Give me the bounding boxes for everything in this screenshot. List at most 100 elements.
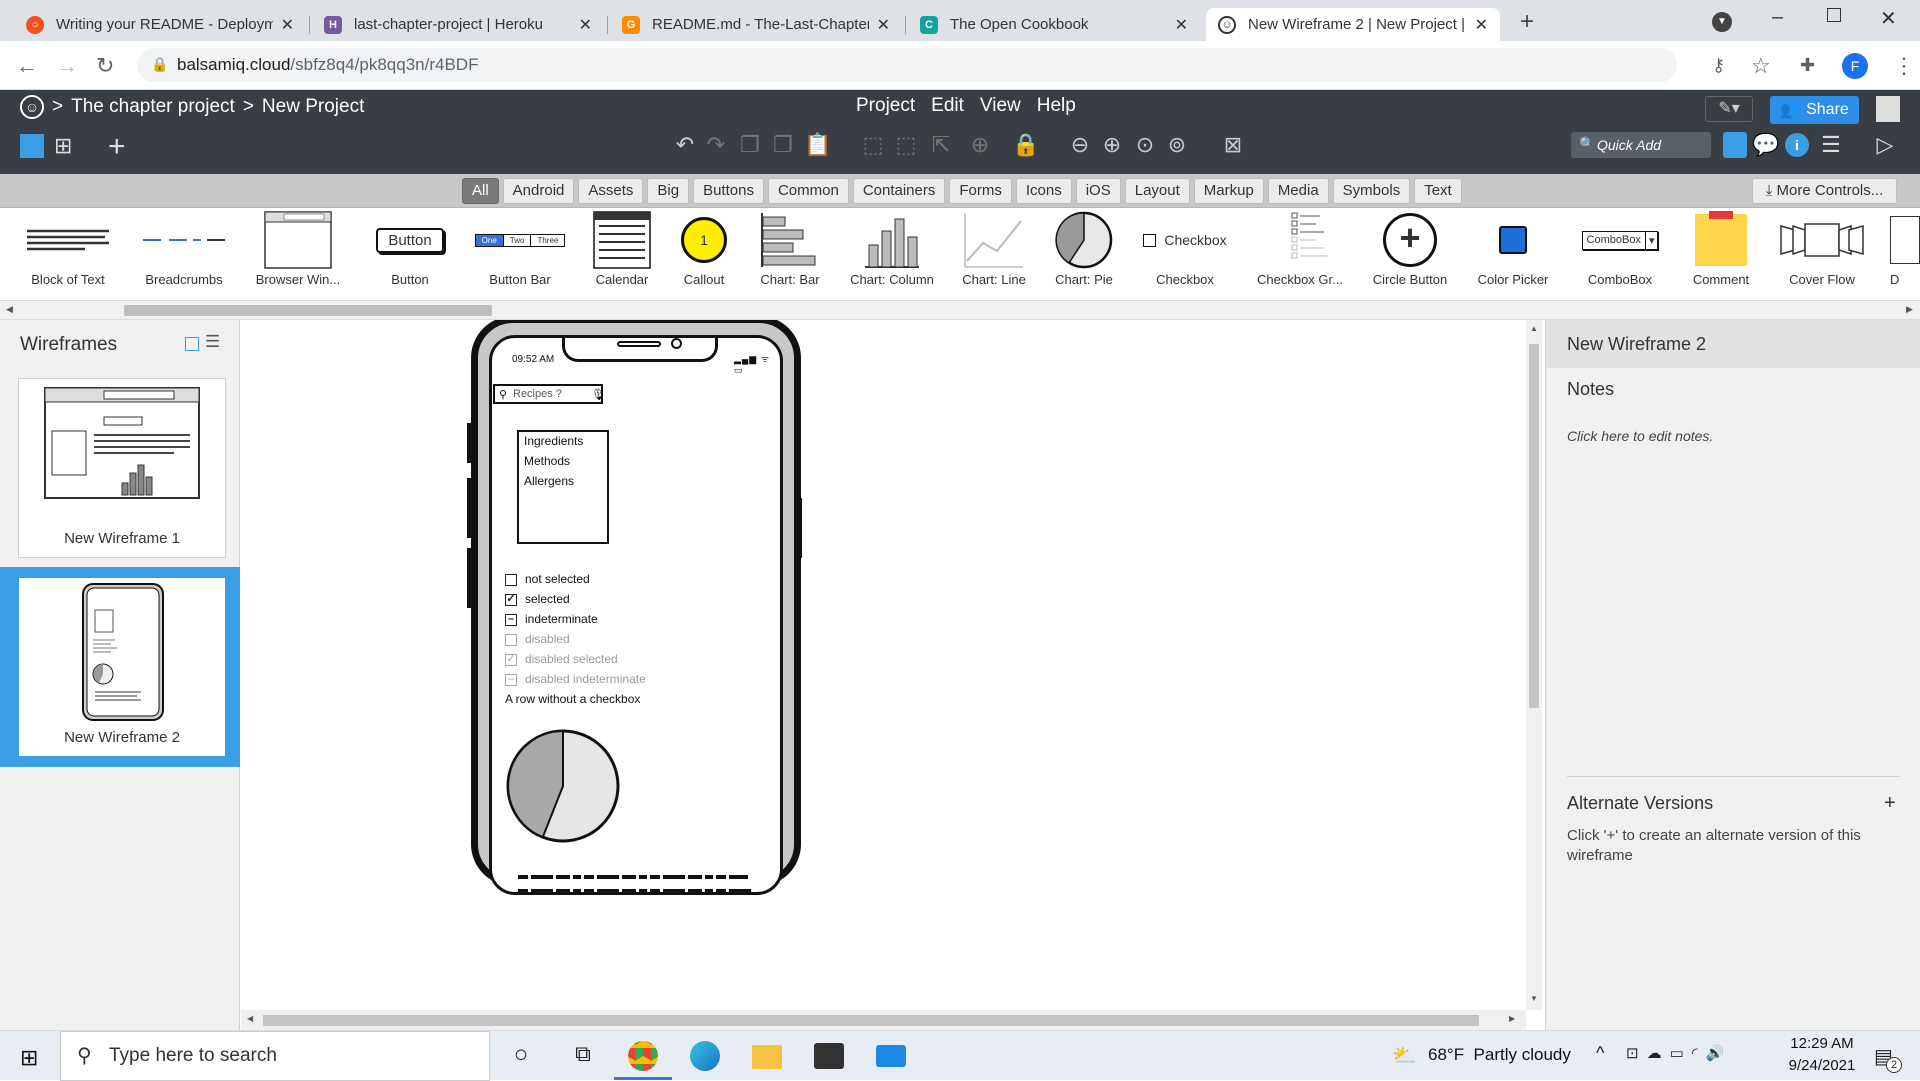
align-icon[interactable]: ⊕ xyxy=(967,132,993,158)
clock-time[interactable]: 12:29 AM xyxy=(1780,1035,1864,1052)
canvas-vertical-scrollbar[interactable]: ▲ ▼ xyxy=(1526,320,1542,1010)
library-item-button-bar[interactable]: One Two Three Button Bar xyxy=(470,208,570,300)
library-item-checkbox-group[interactable]: Checkbox Gr... xyxy=(1250,208,1350,300)
close-tab-icon[interactable]: ✕ xyxy=(281,15,294,35)
edit-mode-toggle[interactable]: ✎▾ xyxy=(1705,96,1753,122)
more-controls-button[interactable]: ⤓ More Controls... xyxy=(1752,178,1897,204)
scroll-down-icon[interactable]: ▼ xyxy=(1530,994,1538,1003)
library-item-checkbox[interactable]: Checkbox Checkbox xyxy=(1132,208,1238,300)
minimize-icon[interactable]: – xyxy=(1772,6,1783,29)
clock-date[interactable]: 9/24/2021 xyxy=(1780,1057,1864,1074)
wireframe-canvas[interactable]: 09:52 AM ▂▄▆ ᯤ ▭ ⚲ Recipes ? 🎙 Ingredien… xyxy=(241,320,1525,1010)
zoom-out-icon[interactable]: ⊖ xyxy=(1067,132,1093,158)
category-all[interactable]: All xyxy=(462,178,499,204)
category-layout[interactable]: Layout xyxy=(1124,178,1190,204)
browser-tab[interactable]: ○ Writing your README - Deploym ✕ xyxy=(14,8,306,41)
library-item-block-of-text[interactable]: Block of Text xyxy=(22,208,114,300)
close-window-icon[interactable]: ✕ xyxy=(1880,6,1897,31)
add-wireframe-icon[interactable]: + xyxy=(108,130,126,164)
quick-add-input[interactable]: 🔍 Quick Add xyxy=(1571,132,1711,158)
share-button[interactable]: 👥 Share xyxy=(1770,96,1859,124)
notes-editor[interactable]: Click here to edit notes. xyxy=(1567,428,1713,444)
weather-text[interactable]: 68°F Partly cloudy xyxy=(1428,1045,1571,1065)
wireframe-thumb-1[interactable]: New Wireframe 1 xyxy=(18,378,226,558)
category-assets[interactable]: Assets xyxy=(578,178,644,204)
balsamiq-logo-icon[interactable]: ☺ xyxy=(20,95,44,119)
category-forms[interactable]: Forms xyxy=(949,178,1012,204)
close-tab-icon[interactable]: ✕ xyxy=(579,15,592,35)
copy-icon[interactable]: ❐ xyxy=(737,132,763,158)
profile-avatar[interactable]: F xyxy=(1842,53,1868,79)
extensions-icon[interactable]: ✚ xyxy=(1800,55,1815,76)
menu-help[interactable]: Help xyxy=(1037,95,1076,117)
properties-panel-icon[interactable] xyxy=(1723,132,1747,158)
category-markup[interactable]: Markup xyxy=(1193,178,1264,204)
user-avatar[interactable] xyxy=(1876,96,1900,122)
zoom-in-icon[interactable]: ⊕ xyxy=(1099,132,1125,158)
library-item-breadcrumbs[interactable]: Breadcrumbs xyxy=(136,208,232,300)
library-item-combobox[interactable]: ComboBox ▾ ComboBox xyxy=(1574,208,1666,300)
category-text[interactable]: Text xyxy=(1414,178,1462,204)
zoom-fit-icon[interactable]: ⊚ xyxy=(1164,132,1190,158)
ungroup-icon[interactable]: ⬚ xyxy=(893,132,919,158)
windows-start-icon[interactable]: ⊞ xyxy=(20,1045,38,1071)
new-tab-icon[interactable]: + xyxy=(1520,8,1534,36)
taskbar-search[interactable]: ⚲ Type here to search xyxy=(60,1031,490,1081)
list-box[interactable]: Ingredients Methods Allergens xyxy=(517,430,609,544)
scroll-left-icon[interactable]: ◀ xyxy=(6,304,13,315)
category-symbols[interactable]: Symbols xyxy=(1332,178,1411,204)
forward-icon[interactable]: → xyxy=(56,53,78,79)
close-tab-icon[interactable]: ✕ xyxy=(1475,15,1488,35)
canvas-horizontal-scrollbar[interactable]: ◀ ▶ xyxy=(241,1010,1526,1030)
menu-project[interactable]: Project xyxy=(856,95,915,117)
browser-tab[interactable]: H last-chapter-project | Heroku ✕ xyxy=(312,8,604,41)
category-android[interactable]: Android xyxy=(502,178,575,204)
scroll-right-icon[interactable]: ▶ xyxy=(1509,1014,1515,1023)
library-item-chart-bar[interactable]: Chart: Bar xyxy=(748,208,832,300)
list-item[interactable]: Allergens xyxy=(524,474,574,488)
library-item-cover-flow[interactable]: Cover Flow xyxy=(1774,208,1870,300)
browser-tab[interactable]: C The Open Cookbook ✕ xyxy=(908,8,1200,41)
horizontal-scroll-thumb[interactable] xyxy=(263,1015,1479,1026)
notes-icon[interactable]: ☰ xyxy=(1818,132,1844,158)
category-containers[interactable]: Containers xyxy=(852,178,946,204)
search-field[interactable]: ⚲ Recipes ? 🎙 xyxy=(493,384,605,404)
chevron-up-icon[interactable]: ^ xyxy=(1596,1043,1604,1064)
close-tab-icon[interactable]: ✕ xyxy=(877,15,890,35)
library-item-chart-line[interactable]: Chart: Line xyxy=(952,208,1036,300)
tab-search-icon[interactable]: ▼ xyxy=(1712,12,1732,32)
close-tab-icon[interactable]: ✕ xyxy=(1175,15,1188,35)
checkbox-checked[interactable]: ✓ xyxy=(505,594,517,606)
info-icon[interactable]: i xyxy=(1785,133,1809,157)
category-ios[interactable]: iOS xyxy=(1075,178,1121,204)
comments-icon[interactable]: 💬 xyxy=(1752,132,1779,158)
library-scrollbar[interactable]: ◀ ▶ xyxy=(0,300,1920,320)
category-icons[interactable]: Icons xyxy=(1015,178,1072,204)
category-big[interactable]: Big xyxy=(647,178,690,204)
checkbox-unchecked[interactable] xyxy=(505,574,517,586)
presentation-icon[interactable]: ▷ xyxy=(1872,132,1898,158)
scroll-up-icon[interactable]: ▲ xyxy=(1530,324,1538,333)
scroll-left-icon[interactable]: ◀ xyxy=(247,1014,253,1023)
library-item-button[interactable]: Button Button xyxy=(362,208,458,300)
system-tray-icons[interactable]: ⊡☁▭◜🔊 xyxy=(1626,1044,1732,1062)
scroll-right-icon[interactable]: ▶ xyxy=(1906,304,1913,315)
mail-icon[interactable] xyxy=(876,1045,906,1067)
menu-edit[interactable]: Edit xyxy=(931,95,964,117)
store-icon[interactable] xyxy=(814,1043,844,1069)
lock-icon[interactable]: 🔒 xyxy=(1012,132,1039,158)
category-buttons[interactable]: Buttons xyxy=(693,178,764,204)
pie-chart[interactable] xyxy=(505,728,621,844)
grid-view-icon[interactable]: ⊞ xyxy=(54,134,78,158)
library-item-browser-window[interactable]: Browser Win... xyxy=(250,208,346,300)
checkbox-indeterminate[interactable]: – xyxy=(505,614,517,626)
breadcrumb-project[interactable]: The chapter project xyxy=(71,96,235,118)
list-view-icon[interactable]: ☰ xyxy=(205,332,220,352)
reload-icon[interactable]: ↻ xyxy=(96,53,114,79)
task-view-icon[interactable]: ⧉ xyxy=(568,1041,598,1071)
url-field[interactable]: 🔒 balsamiq.cloud/sbfz8q4/pk8qq3n/r4BDF xyxy=(137,48,1677,82)
arrange-icon[interactable]: ⇱ xyxy=(928,132,954,158)
browser-tab-active[interactable]: ☺ New Wireframe 2 | New Project | ✕ xyxy=(1206,8,1500,41)
list-item[interactable]: Methods xyxy=(524,454,570,468)
single-view-icon[interactable] xyxy=(20,134,44,158)
